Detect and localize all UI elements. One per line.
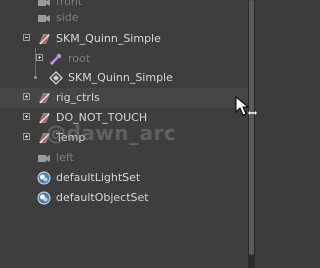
group-transform-icon bbox=[39, 34, 50, 45]
group-transform-icon bbox=[39, 93, 50, 104]
outliner-item-side[interactable]: side bbox=[0, 8, 248, 28]
outliner-item-label: defaultLightSet bbox=[56, 171, 141, 184]
collapse-toggle[interactable] bbox=[23, 34, 30, 41]
joint-icon bbox=[50, 53, 62, 65]
outliner-item-label: SKM_Quinn_Simple bbox=[68, 71, 173, 84]
group-transform-icon bbox=[39, 133, 50, 144]
skinned-mesh-icon bbox=[49, 71, 63, 85]
outliner-item-skm-quinn-group[interactable]: SKM_Quinn_Simple bbox=[0, 29, 248, 49]
scrollbar-thumb[interactable] bbox=[249, 0, 254, 255]
set-icon bbox=[37, 171, 51, 185]
outliner-item-left[interactable]: left bbox=[0, 148, 248, 168]
outliner-item-label: left bbox=[56, 151, 74, 164]
expand-toggle[interactable] bbox=[23, 133, 30, 140]
outliner-item-temp[interactable]: Temp bbox=[0, 128, 248, 148]
group-transform-icon bbox=[39, 113, 50, 124]
outliner-item-label: Temp bbox=[56, 131, 86, 144]
expand-toggle[interactable] bbox=[23, 93, 30, 100]
expand-toggle[interactable] bbox=[36, 54, 43, 61]
outliner-item-do-not-touch[interactable]: DO_NOT_TOUCH bbox=[0, 108, 248, 128]
resize-cursor-icon bbox=[235, 96, 257, 116]
outliner-item-label: DO_NOT_TOUCH bbox=[56, 111, 148, 124]
camera-icon bbox=[38, 155, 50, 162]
expand-toggle[interactable] bbox=[23, 113, 30, 120]
camera-icon bbox=[38, 15, 50, 22]
outliner-item-skm-quinn-mesh[interactable]: SKM_Quinn_Simple bbox=[0, 68, 248, 88]
outliner-item-rig-ctrls[interactable]: rig_ctrls bbox=[0, 88, 248, 108]
outliner-item-root[interactable]: root bbox=[0, 49, 248, 69]
outliner-item-default-object-set[interactable]: defaultObjectSet bbox=[0, 188, 248, 208]
outliner-item-label: side bbox=[56, 11, 79, 24]
outliner-item-label: rig_ctrls bbox=[56, 91, 100, 104]
outliner-item-label: front bbox=[56, 0, 83, 8]
set-icon bbox=[37, 191, 51, 205]
outliner-item-label: SKM_Quinn_Simple bbox=[56, 32, 161, 45]
tree-leaf-dot bbox=[34, 76, 37, 79]
outliner-item-default-light-set[interactable]: defaultLightSet bbox=[0, 168, 248, 188]
outliner-item-label: root bbox=[68, 52, 91, 65]
outliner-item-label: defaultObjectSet bbox=[56, 191, 149, 204]
